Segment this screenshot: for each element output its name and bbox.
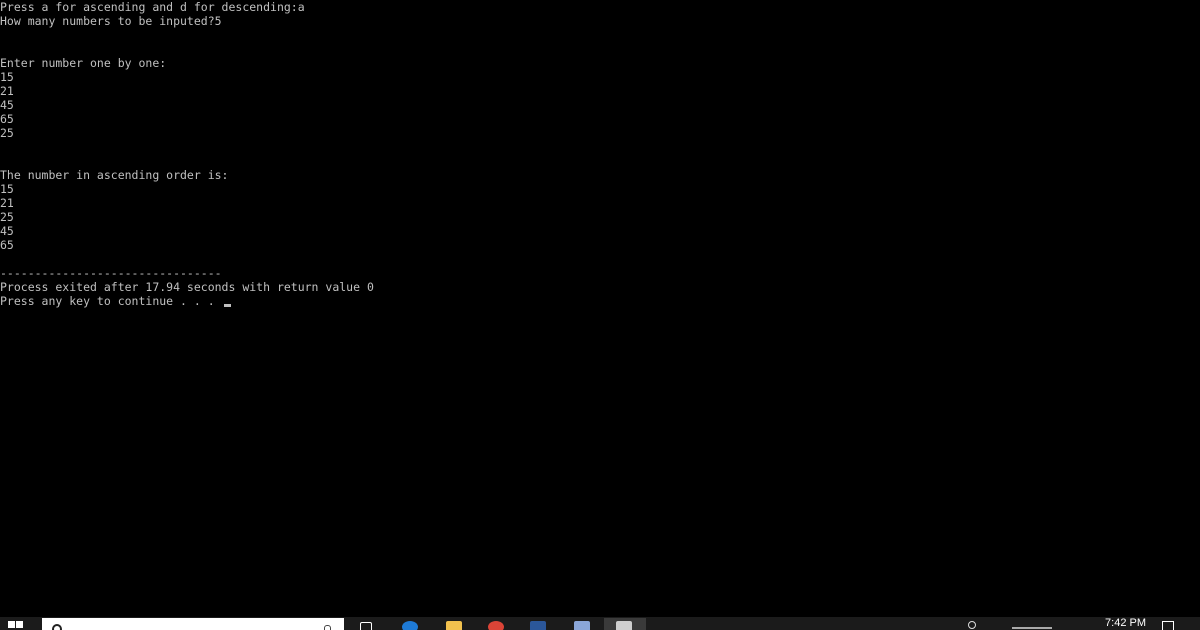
console-separator: -------------------------------- bbox=[0, 266, 222, 280]
console-window[interactable]: Press a for ascending and d for descendi… bbox=[0, 0, 1200, 618]
console-line: Press any key to continue . . . bbox=[0, 294, 222, 308]
console-line: 15 bbox=[0, 182, 14, 196]
console-line: 65 bbox=[0, 238, 14, 252]
console-line: 25 bbox=[0, 210, 14, 224]
app-icon[interactable] bbox=[574, 621, 590, 630]
text-cursor bbox=[223, 304, 231, 307]
console-line: 25 bbox=[0, 126, 14, 140]
search-input[interactable] bbox=[42, 618, 344, 630]
search-icon bbox=[52, 624, 62, 630]
windows-logo-icon bbox=[16, 621, 23, 628]
console-line: Enter number one by one: bbox=[0, 56, 167, 70]
console-prompt-line: Press any key to continue . . . bbox=[0, 294, 1200, 308]
console-line: The number in ascending order is: bbox=[0, 168, 229, 182]
console-line: 21 bbox=[0, 84, 14, 98]
console-line: Process exited after 17.94 seconds with … bbox=[0, 280, 374, 294]
console-line: 65 bbox=[0, 112, 14, 126]
console-line: 45 bbox=[0, 98, 14, 112]
console-app-icon[interactable] bbox=[616, 621, 632, 630]
tray-icons[interactable] bbox=[1012, 627, 1052, 629]
console-line: 21 bbox=[0, 196, 14, 210]
notifications-icon[interactable] bbox=[1162, 621, 1174, 630]
console-line: 15 bbox=[0, 70, 14, 84]
desktop-screen: Press a for ascending and d for descendi… bbox=[0, 0, 1200, 630]
file-explorer-icon[interactable] bbox=[446, 621, 462, 630]
clock[interactable]: 7:42 PM bbox=[1105, 617, 1146, 629]
console-line: 45 bbox=[0, 224, 14, 238]
word-icon[interactable] bbox=[530, 621, 546, 630]
edge-icon[interactable] bbox=[402, 621, 418, 630]
console-line: Press a for ascending and d for descendi… bbox=[0, 0, 305, 14]
console-line: How many numbers to be inputed?5 bbox=[0, 14, 222, 28]
microphone-icon[interactable] bbox=[324, 625, 331, 630]
user-icon[interactable] bbox=[968, 621, 976, 629]
task-view-icon[interactable] bbox=[360, 622, 372, 630]
start-button[interactable] bbox=[8, 621, 24, 630]
windows-logo-icon bbox=[8, 621, 15, 628]
chrome-icon[interactable] bbox=[488, 621, 504, 630]
taskbar: 7:42 PM bbox=[0, 617, 1200, 630]
